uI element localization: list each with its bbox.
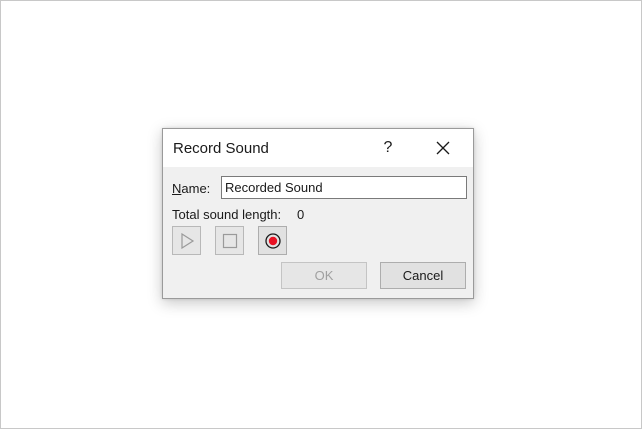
close-button[interactable] [427, 133, 459, 163]
name-label-text: ame: [181, 181, 211, 196]
stop-button[interactable] [215, 226, 244, 255]
sound-length-label: Total sound length: [172, 207, 282, 222]
record-sound-dialog: Record Sound ? Name: Total sound length:… [162, 128, 474, 299]
cancel-button[interactable]: Cancel [380, 262, 466, 289]
sound-length-value: 0 [297, 207, 305, 222]
dialog-title: Record Sound [173, 140, 269, 157]
help-button[interactable]: ? [373, 133, 403, 163]
stop-icon [222, 233, 238, 249]
ok-button[interactable]: OK [281, 262, 367, 289]
name-label-mnemonic: N [172, 181, 182, 196]
name-input[interactable] [221, 176, 467, 199]
name-label: Name: [172, 181, 210, 196]
play-button[interactable] [172, 226, 201, 255]
dialog-titlebar: Record Sound ? [163, 129, 473, 167]
record-icon [265, 233, 281, 249]
play-icon [181, 233, 195, 249]
close-icon [436, 141, 450, 155]
record-button[interactable] [258, 226, 287, 255]
